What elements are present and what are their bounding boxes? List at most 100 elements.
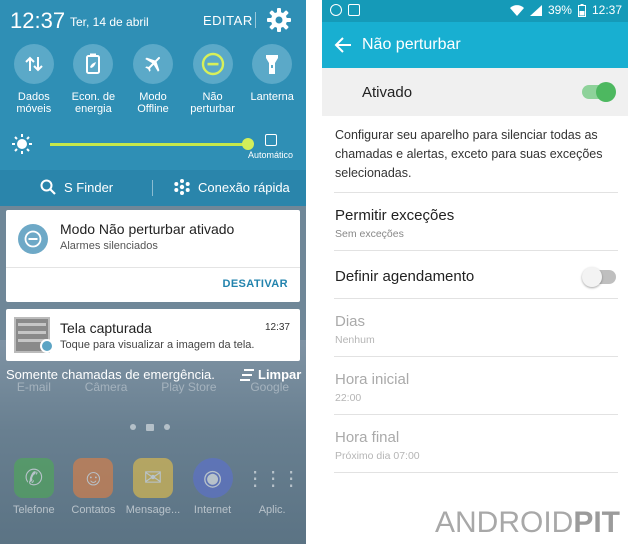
do-not-disturb-icon xyxy=(192,44,233,84)
master-toggle[interactable] xyxy=(582,82,616,102)
divider xyxy=(334,414,618,415)
row-title: Hora final xyxy=(335,429,400,446)
row-title: Definir agendamento xyxy=(335,268,475,285)
qs-label: Dados móveis xyxy=(16,91,52,115)
divider xyxy=(334,192,618,193)
airplane-icon xyxy=(132,44,173,84)
search-icon xyxy=(40,179,56,195)
dock-label: Contatos xyxy=(71,504,116,516)
clear-button[interactable]: Limpar xyxy=(240,367,301,382)
dnd-status-icon xyxy=(330,4,342,16)
dock-label: Internet xyxy=(193,504,232,516)
brightness-slider-thumb[interactable] xyxy=(242,138,254,150)
qs-offline-mode[interactable]: Modo Offline xyxy=(124,44,182,115)
home-app-email[interactable]: E-mail xyxy=(17,380,51,394)
dock-label: Telefone xyxy=(13,504,55,516)
start-time-row[interactable]: Hora inicial 22:00 xyxy=(322,358,628,416)
notification-title: Modo Não perturbar ativado xyxy=(60,221,235,237)
schedule-toggle[interactable] xyxy=(582,267,616,287)
back-arrow-icon[interactable] xyxy=(334,36,352,54)
quick-connect-label: Conexão rápida xyxy=(198,179,290,195)
notification-subtitle: Toque para visualizar a imagem da tela. xyxy=(60,339,255,351)
edit-button[interactable]: EDITAR xyxy=(203,13,253,28)
notification-screenshot[interactable]: Tela capturada 12:37 Toque para visualiz… xyxy=(6,309,300,361)
divider xyxy=(334,250,618,251)
clock: 12:37 xyxy=(10,8,66,33)
description-text: Configurar seu aparelho para silenciar t… xyxy=(335,128,603,180)
qs-flashlight[interactable]: Lanterna xyxy=(243,44,301,115)
divider xyxy=(255,12,256,28)
home-app-google[interactable]: Google xyxy=(250,380,289,394)
dock-phone[interactable]: ✆ Telefone xyxy=(5,458,63,516)
divider xyxy=(6,267,300,268)
home-app-play-store[interactable]: Play Store xyxy=(161,380,216,394)
gallery-badge-icon xyxy=(40,339,54,353)
status-time: 12:37 xyxy=(591,3,622,17)
qs-label: Econ. de energia xyxy=(71,91,116,115)
clear-label: Limpar xyxy=(258,367,302,382)
wifi-icon xyxy=(509,4,524,16)
auto-brightness-label: Automático xyxy=(248,150,294,160)
divider xyxy=(334,472,618,473)
row-title: Hora inicial xyxy=(335,371,410,388)
quick-settings-row: Dados móveis Econ. de energia Modo Offli… xyxy=(0,44,306,115)
deactivate-button[interactable]: DESATIVAR xyxy=(222,278,288,290)
divider xyxy=(152,180,153,196)
days-row[interactable]: Dias Nenhum xyxy=(322,300,628,358)
end-time-row[interactable]: Hora final Próximo dia 07:00 xyxy=(322,416,628,474)
do-not-disturb-icon xyxy=(18,224,48,254)
dock-messages[interactable]: ✉ Mensage... xyxy=(124,458,182,516)
qs-label: Lanterna xyxy=(250,91,294,103)
finder-bar: S Finder Conexão rápida xyxy=(0,170,306,206)
battery-saver-icon xyxy=(73,44,114,84)
app-dock: ✆ Telefone ☺ Contatos ✉ Mensage... ◉ Int… xyxy=(0,458,306,516)
date: Ter, 14 de abril xyxy=(70,15,149,29)
notification-time: 12:37 xyxy=(264,322,290,333)
gear-icon[interactable] xyxy=(266,7,292,33)
auto-brightness-checkbox[interactable] xyxy=(265,134,277,146)
app-bar: Não perturbar xyxy=(322,22,628,68)
s-finder-button[interactable]: S Finder xyxy=(40,179,113,195)
signal-icon xyxy=(529,4,542,16)
divider xyxy=(334,356,618,357)
qs-mobile-data[interactable]: Dados móveis xyxy=(5,44,63,115)
emergency-calls-text: Somente chamadas de emergência. xyxy=(6,367,215,382)
dock-label: Mensage... xyxy=(125,504,181,516)
master-switch-label: Ativado xyxy=(362,84,413,101)
notification-panel-screenshot: E-mail Câmera Play Store Google ✆ Telefo… xyxy=(0,0,306,544)
row-title: Permitir exceções xyxy=(335,207,455,224)
phone-icon: ✆ xyxy=(13,458,54,498)
apps-icon: ⋮⋮⋮ xyxy=(245,467,301,490)
qs-power-saving[interactable]: Econ. de energia xyxy=(64,44,122,115)
qs-label: Modo Offline xyxy=(137,91,169,115)
quick-connect-button[interactable]: Conexão rápida xyxy=(174,179,290,195)
allow-exceptions-row[interactable]: Permitir exceções Sem exceções xyxy=(322,194,628,252)
page-indicator xyxy=(130,424,170,431)
s-finder-label: S Finder xyxy=(64,179,114,195)
qs-label: Não perturbar xyxy=(190,91,235,115)
dnd-settings-screen: 39% 12:37 Não perturbar Ativado Configur… xyxy=(322,0,628,544)
androidpit-watermark: ANDROIDPIT xyxy=(434,506,620,539)
messages-icon: ✉ xyxy=(132,458,173,498)
battery-percent: 39% xyxy=(547,3,572,17)
internet-icon: ◉ xyxy=(192,458,233,498)
qs-do-not-disturb[interactable]: Não perturbar xyxy=(184,44,242,115)
master-switch-row[interactable]: Ativado xyxy=(322,68,628,116)
home-apps-row: E-mail Câmera Play Store Google xyxy=(0,380,306,394)
home-app-camera[interactable]: Câmera xyxy=(85,380,128,394)
mobile-data-icon xyxy=(13,44,54,84)
row-subtitle: Nenhum xyxy=(335,334,375,346)
battery-icon xyxy=(577,3,586,17)
dock-label: Aplic. xyxy=(258,504,286,516)
dock-apps[interactable]: ⋮⋮⋮ Aplic. xyxy=(243,458,301,517)
brightness-slider[interactable] xyxy=(50,143,248,146)
row-subtitle: 22:00 xyxy=(335,392,362,404)
dock-contacts[interactable]: ☺ Contatos xyxy=(64,458,122,516)
dock-internet[interactable]: ◉ Internet xyxy=(184,458,242,516)
contacts-icon: ☺ xyxy=(73,458,114,498)
notification-dnd[interactable]: Modo Não perturbar ativado Alarmes silen… xyxy=(6,210,300,302)
notification-subtitle: Alarmes silenciados xyxy=(60,240,158,252)
quick-connect-icon xyxy=(174,179,190,195)
page-title: Não perturbar xyxy=(362,36,461,53)
row-subtitle: Sem exceções xyxy=(335,228,404,240)
